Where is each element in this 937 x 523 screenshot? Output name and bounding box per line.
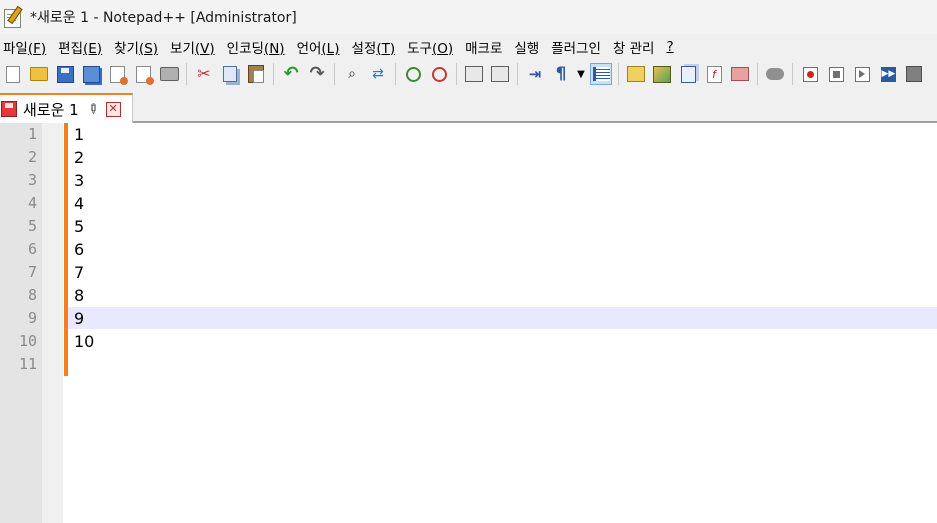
fold-margin[interactable] xyxy=(42,123,63,523)
line-number: 6 xyxy=(27,240,37,258)
word-wrap-icon[interactable]: ⇥ xyxy=(524,63,546,85)
tab-bar: 새로운 1 ✎ ✕ xyxy=(0,89,937,123)
line-number: 11 xyxy=(18,355,37,373)
line-number: 10 xyxy=(18,332,37,350)
line-number: 5 xyxy=(27,217,37,235)
menu-search[interactable]: 찾기(S) xyxy=(111,37,167,57)
chevron-down-icon[interactable]: ▼ xyxy=(576,63,586,85)
new-file-icon[interactable] xyxy=(2,63,24,85)
save-all-icon[interactable] xyxy=(80,63,102,85)
toolbar-separator xyxy=(517,63,518,85)
window-title: *새로운 1 - Notepad++ [Administrator] xyxy=(30,10,297,26)
sync-vertical-icon[interactable] xyxy=(463,63,485,85)
cut-icon[interactable]: ✂ xyxy=(193,63,215,85)
record-macro-icon[interactable] xyxy=(799,63,821,85)
code-line[interactable]: 10 xyxy=(74,330,94,353)
code-line[interactable]: 3 xyxy=(74,169,84,192)
open-file-icon[interactable] xyxy=(28,63,50,85)
udl-icon[interactable] xyxy=(625,63,647,85)
tab-new-1[interactable]: 새로운 1 ✎ ✕ xyxy=(0,93,133,123)
line-number: 8 xyxy=(27,286,37,304)
title-bar: *새로운 1 - Notepad++ [Administrator] xyxy=(0,0,937,34)
menu-macro[interactable]: 매크로 xyxy=(462,37,511,57)
stop-record-icon[interactable] xyxy=(825,63,847,85)
menu-plugins[interactable]: 플러그인 xyxy=(548,37,610,57)
menu-language[interactable]: 언어(L) xyxy=(294,37,349,57)
menu-run[interactable]: 실행 xyxy=(511,37,548,57)
menu-bar: 파일(F) 편집(E) 찾기(S) 보기(V) 인코딩(N) 언어(L) 설정(… xyxy=(0,34,937,59)
save-macro-icon[interactable] xyxy=(903,63,925,85)
menu-view[interactable]: 보기(V) xyxy=(167,37,224,57)
notepad-plus-plus-icon xyxy=(2,5,24,28)
code-line[interactable]: 6 xyxy=(74,238,84,261)
tab-label: 새로운 1 xyxy=(23,100,79,119)
code-line[interactable]: 4 xyxy=(74,192,84,215)
code-line-current[interactable]: 9 xyxy=(74,307,84,330)
close-icon[interactable] xyxy=(106,63,128,85)
line-number: 7 xyxy=(27,263,37,281)
show-all-chars-icon[interactable]: ¶ xyxy=(550,63,572,85)
unsaved-file-icon xyxy=(1,101,17,117)
code-line[interactable]: 8 xyxy=(74,284,84,307)
folder-workspace-icon[interactable] xyxy=(729,63,751,85)
toolbar-separator xyxy=(186,63,187,85)
toolbar-separator xyxy=(792,63,793,85)
toolbar: ✂ ↶ ↷ ⌕ ⇄ ⇥ ¶ ▼ f ▶▶ xyxy=(0,59,937,89)
doc-list-icon[interactable] xyxy=(677,63,699,85)
close-all-icon[interactable] xyxy=(132,63,154,85)
line-number: 4 xyxy=(27,194,37,212)
undo-icon[interactable]: ↶ xyxy=(280,63,302,85)
copy-icon[interactable] xyxy=(219,63,241,85)
replace-icon[interactable]: ⇄ xyxy=(367,63,389,85)
menu-file[interactable]: 파일(F) xyxy=(0,37,55,57)
toolbar-separator xyxy=(273,63,274,85)
pin-icon[interactable]: ✎ xyxy=(83,100,101,118)
line-number: 1 xyxy=(27,125,37,143)
redo-icon[interactable]: ↷ xyxy=(306,63,328,85)
toolbar-separator xyxy=(334,63,335,85)
monitoring-icon[interactable] xyxy=(764,63,786,85)
save-icon[interactable] xyxy=(54,63,76,85)
menu-edit[interactable]: 편집(E) xyxy=(55,37,111,57)
indent-guide-icon[interactable] xyxy=(590,63,612,85)
toolbar-separator xyxy=(456,63,457,85)
paste-icon[interactable] xyxy=(245,63,267,85)
line-number: 2 xyxy=(27,148,37,166)
function-list-icon[interactable]: f xyxy=(703,63,725,85)
line-number: 3 xyxy=(27,171,37,189)
run-macro-multiple-icon[interactable]: ▶▶ xyxy=(877,63,899,85)
code-line[interactable]: 7 xyxy=(74,261,84,284)
current-line-highlight xyxy=(68,307,937,329)
find-icon[interactable]: ⌕ xyxy=(341,63,363,85)
editor[interactable]: 1 2 3 4 5 6 7 8 9 10 11 1 2 3 4 5 6 7 8 … xyxy=(0,123,937,523)
close-tab-icon[interactable]: ✕ xyxy=(105,101,121,117)
menu-tools[interactable]: 도구(O) xyxy=(404,37,462,57)
code-line[interactable]: 5 xyxy=(74,215,84,238)
print-icon[interactable] xyxy=(158,63,180,85)
toolbar-separator xyxy=(395,63,396,85)
menu-encoding[interactable]: 인코딩(N) xyxy=(224,37,294,57)
zoom-in-icon[interactable] xyxy=(402,63,424,85)
zoom-out-icon[interactable] xyxy=(428,63,450,85)
doc-map-icon[interactable] xyxy=(651,63,673,85)
line-number: 9 xyxy=(27,309,37,327)
menu-window[interactable]: 창 관리 xyxy=(610,37,664,57)
change-history-bar xyxy=(64,123,68,376)
sync-horizontal-icon[interactable] xyxy=(489,63,511,85)
toolbar-separator xyxy=(618,63,619,85)
code-line[interactable]: 2 xyxy=(74,146,84,169)
menu-settings[interactable]: 설정(T) xyxy=(348,37,404,57)
toolbar-separator xyxy=(757,63,758,85)
code-line[interactable]: 1 xyxy=(74,123,84,146)
menu-help[interactable]: ? xyxy=(663,39,682,55)
playback-macro-icon[interactable] xyxy=(851,63,873,85)
